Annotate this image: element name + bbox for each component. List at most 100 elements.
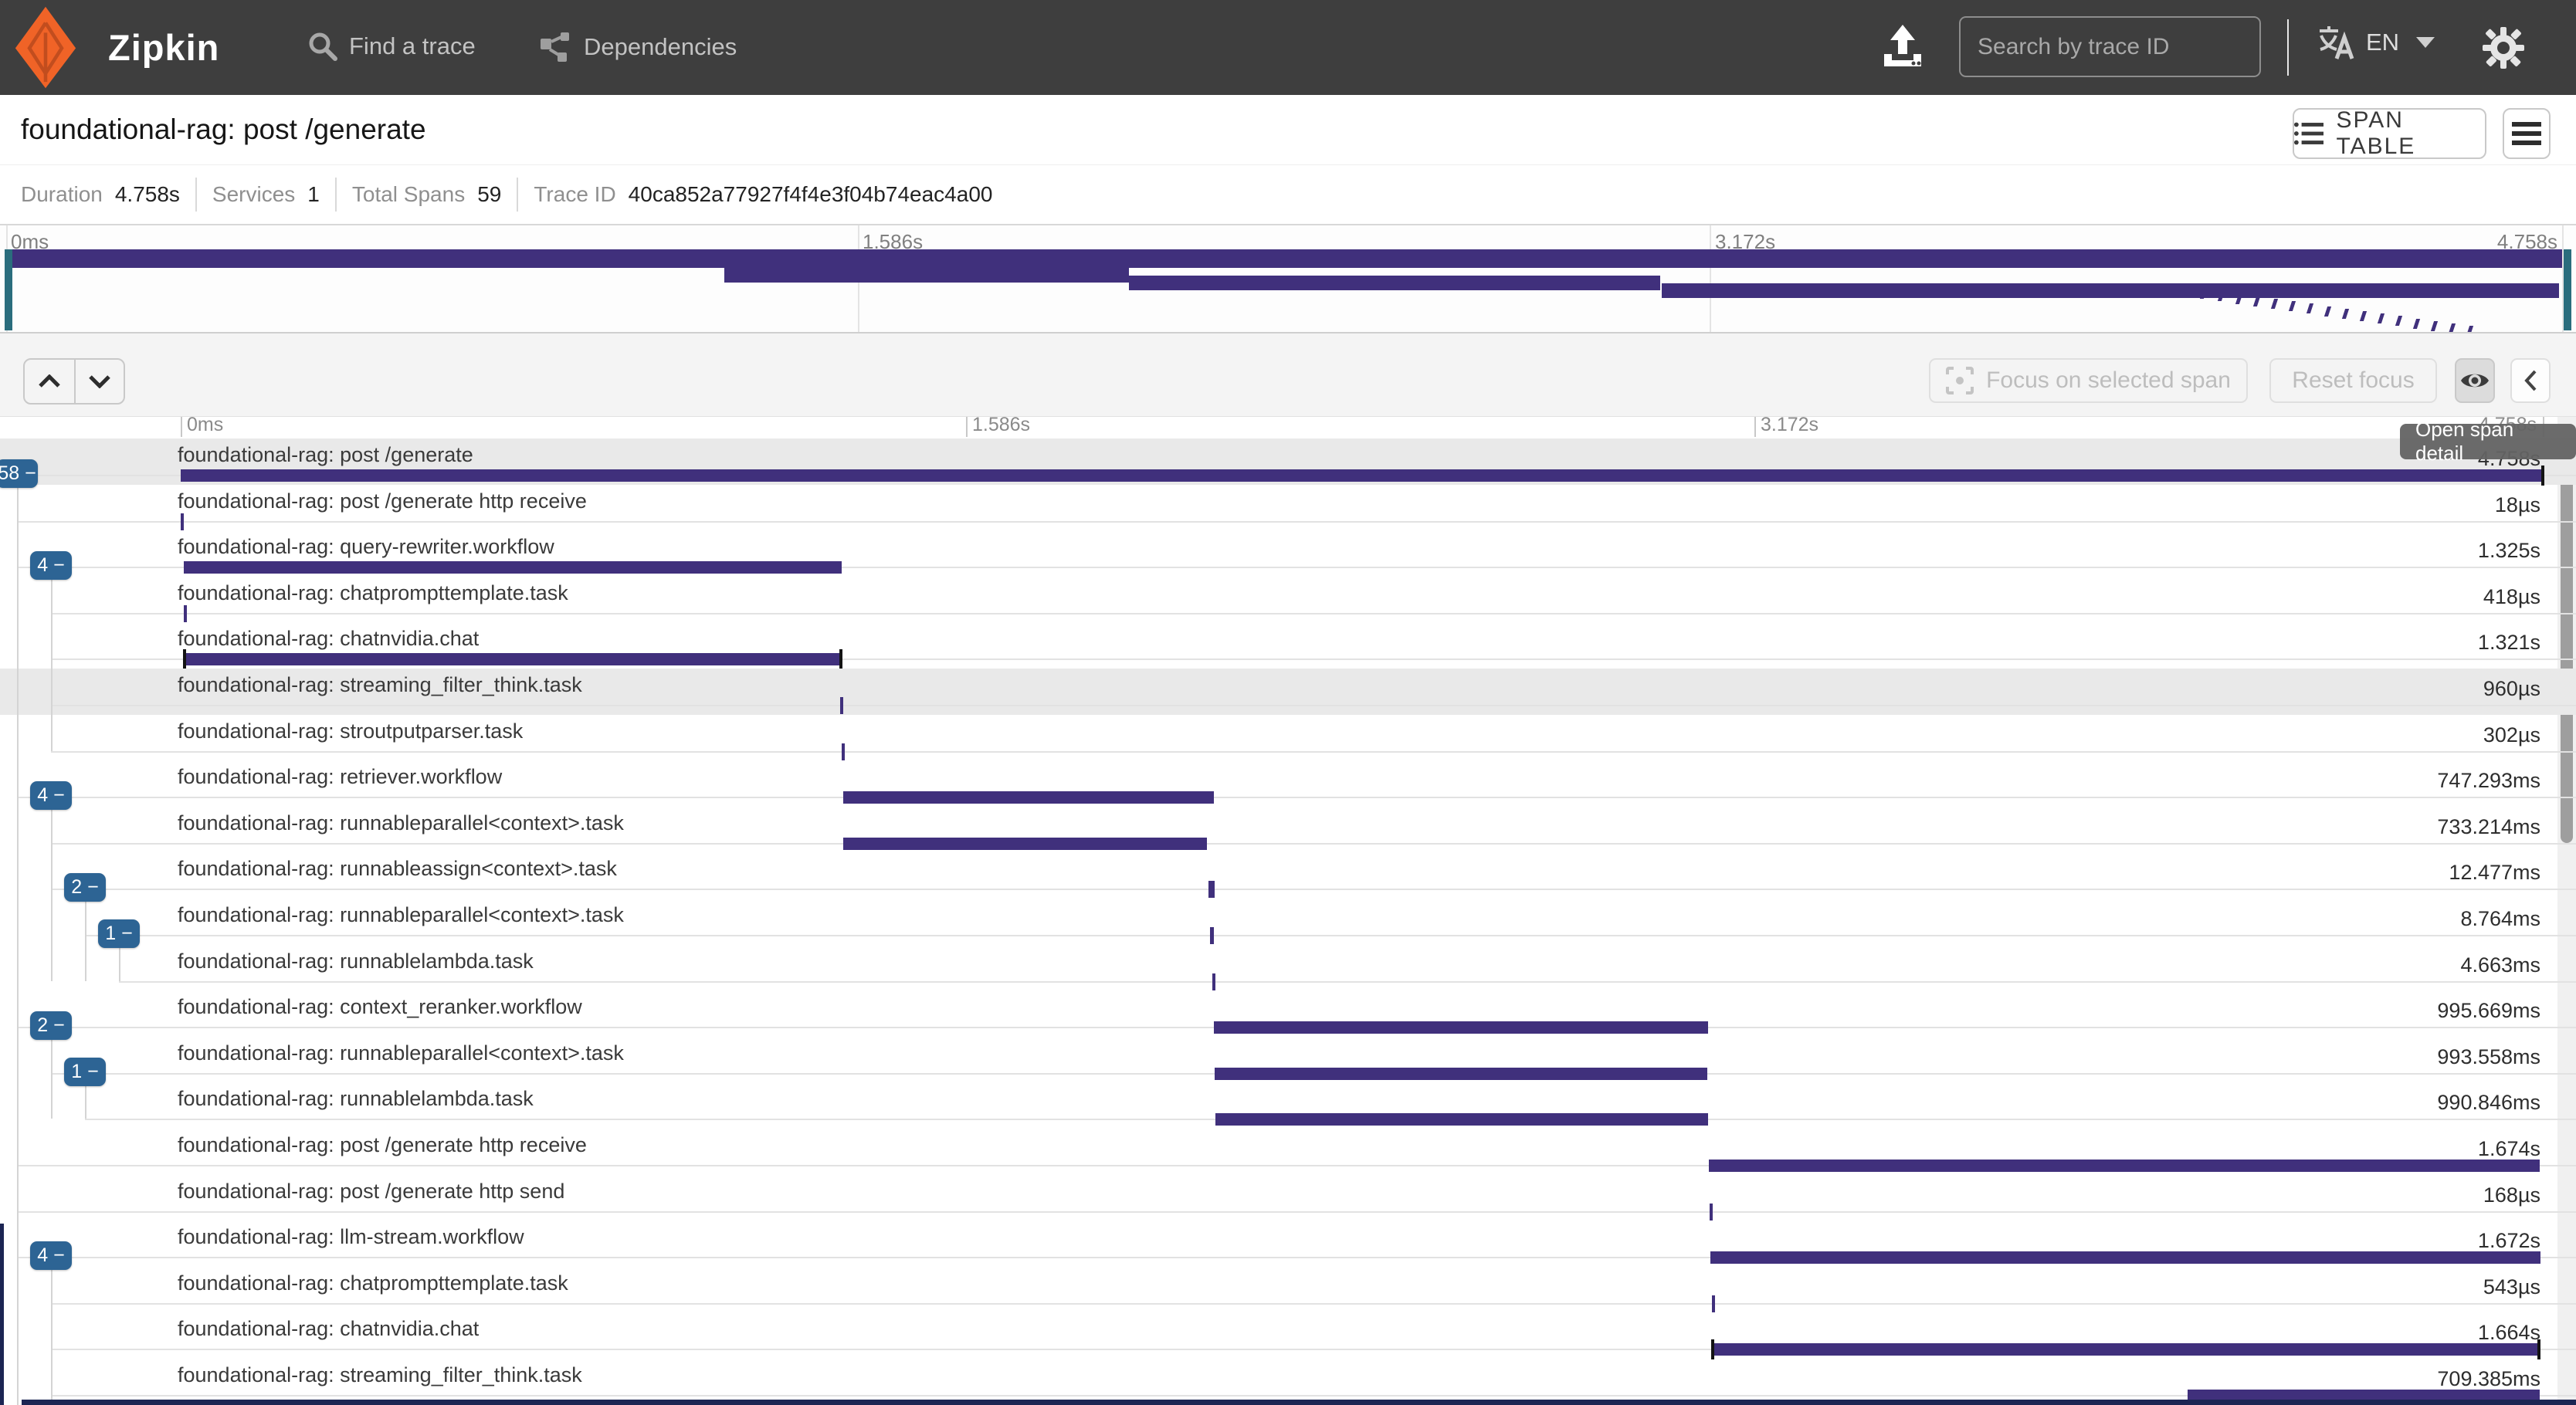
tree-guide-line (51, 1039, 53, 1119)
span-row[interactable]: foundational-rag: context_reranker.workf… (0, 990, 2576, 1037)
reset-button-label: Reset focus (2292, 367, 2414, 394)
span-row[interactable]: foundational-rag: stroutputparser.task30… (0, 715, 2576, 761)
previous-span-button[interactable] (25, 360, 74, 403)
span-duration: 993.558ms (2437, 1045, 2540, 1069)
row-gridline (85, 935, 2576, 936)
language-selector[interactable]: EN (2317, 23, 2435, 62)
collapse-children-badge[interactable]: 2 − (64, 873, 106, 902)
chevron-up-icon (38, 374, 61, 388)
span-annotation-marker (839, 649, 842, 669)
search-icon (307, 31, 338, 62)
span-name: foundational-rag: streaming_filter_think… (178, 673, 582, 697)
row-nav-buttons (23, 358, 125, 405)
span-bar (185, 653, 841, 665)
span-row[interactable]: foundational-rag: chatprompttemplate.tas… (0, 1267, 2576, 1313)
span-row[interactable]: foundational-rag: runnableparallel<conte… (0, 807, 2576, 853)
span-name: foundational-rag: post /generate http re… (178, 1133, 587, 1157)
span-row[interactable]: foundational-rag: runnableassign<context… (0, 852, 2576, 899)
settings-gear-icon[interactable] (2482, 26, 2525, 69)
span-row[interactable]: foundational-rag: streaming_filter_think… (0, 669, 2576, 715)
span-row[interactable]: foundational-rag: post /generate http re… (0, 1129, 2576, 1175)
nav-dependencies-label: Dependencies (584, 33, 737, 61)
span-name: foundational-rag: runnableparallel<conte… (178, 811, 624, 835)
focus-selected-span-button[interactable]: Focus on selected span (1929, 358, 2248, 403)
span-row[interactable]: foundational-rag: chatnvidia.chat1.321s (0, 622, 2576, 669)
navbar: Zipkin Find a trace Dependencies (0, 0, 2576, 95)
span-bar (842, 743, 845, 760)
focus-icon (1946, 367, 1974, 394)
trace-minimap[interactable]: 0ms1.586s3.172s4.758s (0, 225, 2576, 333)
collapse-children-badge[interactable]: 1 − (64, 1058, 106, 1086)
minimap-small-span-mark (2307, 303, 2313, 313)
span-row[interactable]: foundational-rag: runnablelambda.task4.6… (0, 945, 2576, 991)
row-gridline (17, 521, 2576, 523)
span-bar (1712, 1295, 1715, 1312)
row-gridline (51, 751, 2576, 753)
span-bar (181, 469, 2543, 482)
next-span-button[interactable] (74, 360, 124, 403)
reset-focus-button[interactable]: Reset focus (2269, 358, 2437, 403)
collapse-children-badge[interactable]: 1 − (98, 919, 140, 948)
row-gridline (17, 797, 2576, 798)
span-duration: 1.325s (2478, 539, 2540, 563)
collapse-children-badge[interactable]: 58 − (0, 459, 38, 488)
span-row[interactable]: foundational-rag: runnablelambda.task990… (0, 1082, 2576, 1129)
chevron-down-icon (2416, 37, 2435, 48)
span-row[interactable]: foundational-rag: streaming_filter_think… (0, 1359, 2576, 1405)
upload-trace-icon[interactable] (1879, 23, 1926, 73)
span-table-button[interactable]: SPAN TABLE (2293, 108, 2486, 159)
span-row[interactable]: foundational-rag: post /generate http re… (0, 485, 2576, 531)
span-bar (843, 791, 1214, 804)
collapse-children-badge[interactable]: 4 − (30, 551, 72, 580)
span-duration: 543µs (2483, 1275, 2540, 1299)
span-row[interactable]: foundational-rag: runnableparallel<conte… (0, 899, 2576, 945)
span-row[interactable]: foundational-rag: query-rewriter.workflo… (0, 530, 2576, 577)
list-icon (2294, 121, 2323, 146)
span-row[interactable]: foundational-rag: chatnvidia.chat1.664s (0, 1312, 2576, 1359)
page-title: foundational-rag: post /generate (21, 113, 426, 146)
span-bar (840, 697, 843, 714)
span-name: foundational-rag: chatnvidia.chat (178, 1317, 479, 1341)
span-annotation-marker (2537, 1339, 2540, 1359)
collapse-children-badge[interactable]: 4 − (30, 1241, 72, 1270)
span-row[interactable]: foundational-rag: llm-stream.workflow1.6… (0, 1220, 2576, 1267)
span-name: foundational-rag: stroutputparser.task (178, 719, 523, 743)
chevron-left-icon (2523, 369, 2537, 392)
minimap-viewport-handle[interactable] (2564, 249, 2571, 330)
span-row[interactable]: foundational-rag: post /generate4.758s (0, 438, 2576, 485)
toggle-span-detail-button[interactable] (2455, 358, 2495, 403)
span-timeline: 0ms1.586s3.172s4.758sfoundational-rag: p… (0, 417, 2576, 1405)
span-row[interactable]: foundational-rag: post /generate http se… (0, 1175, 2576, 1221)
span-table-label: SPAN TABLE (2336, 107, 2485, 160)
span-row[interactable]: foundational-rag: retriever.workflow747.… (0, 760, 2576, 807)
span-annotation-marker (1711, 1339, 1714, 1359)
row-gridline (51, 613, 2576, 614)
row-gridline (119, 981, 2576, 983)
span-bar (843, 838, 1207, 850)
tree-guide-line (17, 487, 19, 1405)
language-label: EN (2366, 29, 2399, 56)
nav-find-a-trace[interactable]: Find a trace (307, 31, 476, 62)
collapse-panel-button[interactable] (2510, 358, 2551, 403)
nav-find-label: Find a trace (349, 32, 476, 60)
menu-button[interactable] (2503, 108, 2551, 159)
meta-trace-id: Trace ID 40ca852a77927f4f4e3f04b74eac4a0… (534, 182, 992, 207)
row-gridline (51, 843, 2576, 845)
minimap-small-span-mark (2378, 313, 2384, 323)
trace-id-search-input[interactable] (1959, 16, 2261, 77)
minimap-small-span-mark (2466, 326, 2473, 333)
minimap-small-span-mark (2271, 299, 2278, 309)
trace-meta-bar: Duration 4.758s Services 1 Total Spans 5… (0, 164, 2576, 225)
meta-divider (517, 178, 518, 212)
zipkin-logo-icon (11, 5, 80, 90)
collapse-children-badge[interactable]: 4 − (30, 781, 72, 810)
span-row[interactable]: foundational-rag: chatprompttemplate.tas… (0, 577, 2576, 623)
zipkin-trace-page: Zipkin Find a trace Dependencies (0, 0, 2576, 1405)
span-duration: 4.663ms (2460, 953, 2540, 977)
meta-divider (195, 178, 197, 212)
meta-duration: Duration 4.758s (21, 182, 180, 207)
collapse-children-badge[interactable]: 2 − (30, 1011, 72, 1040)
minimap-viewport-handle[interactable] (5, 249, 12, 330)
span-row[interactable]: foundational-rag: runnableparallel<conte… (0, 1037, 2576, 1083)
nav-dependencies[interactable]: Dependencies (539, 31, 737, 63)
